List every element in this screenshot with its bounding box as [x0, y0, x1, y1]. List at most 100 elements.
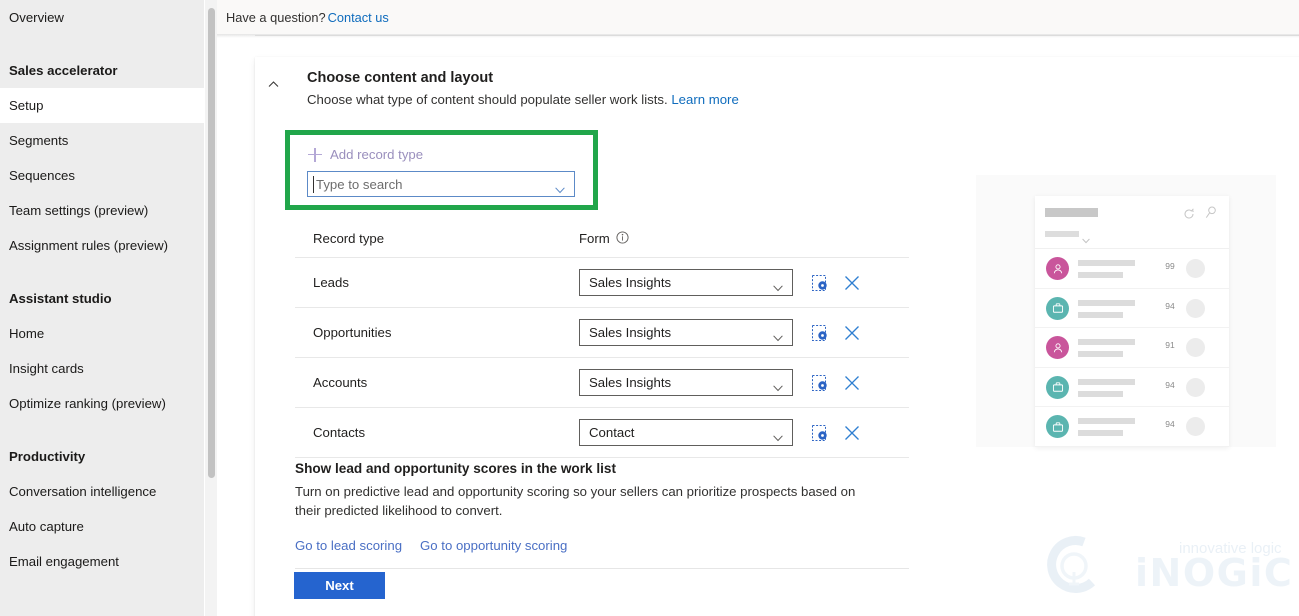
column-header-form: Form: [579, 231, 610, 246]
form-select-value: Contact: [589, 425, 635, 440]
preview-text-placeholder-secondary: [1078, 351, 1123, 357]
go-to-lead-scoring-link[interactable]: Go to lead scoring: [295, 538, 402, 553]
edit-form-icon[interactable]: [812, 425, 829, 442]
preview-score: 91: [1165, 340, 1175, 350]
learn-more-link[interactable]: Learn more: [671, 92, 738, 107]
scoring-links: Go to lead scoring Go to opportunity sco…: [295, 538, 915, 553]
preview-text-placeholder-secondary: [1078, 430, 1123, 436]
sidebar-item-email-engagement[interactable]: Email engagement: [0, 544, 204, 579]
form-select[interactable]: Sales Insights: [579, 369, 793, 396]
section-subtitle: Choose what type of content should popul…: [307, 92, 739, 107]
record-type-search-placeholder: Type to search: [316, 176, 403, 192]
sidebar-item-assignment-rules-preview[interactable]: Assignment rules (preview): [0, 228, 204, 263]
section-subtitle-text: Choose what type of content should popul…: [307, 92, 668, 107]
sidebar-group-productivity: Productivity: [9, 449, 86, 464]
table-header-row: Record type Form: [295, 226, 909, 257]
app-root: Overview Sales accelerator Setup Segments Se…: [0, 0, 1299, 616]
form-select[interactable]: Sales Insights: [579, 269, 793, 296]
search-icon: [1205, 206, 1217, 219]
preview-list-item: 91: [1035, 328, 1229, 368]
person-avatar-icon: [1046, 257, 1069, 280]
edit-form-icon[interactable]: [812, 275, 829, 292]
preview-text-placeholder-primary: [1078, 378, 1135, 385]
add-record-type-label: Add record type: [330, 147, 424, 162]
record-type-label: Opportunities: [313, 325, 392, 340]
form-select-value: Sales Insights: [589, 325, 672, 340]
preview-score: 94: [1165, 379, 1175, 390]
help-question-text: Have a question?: [226, 9, 326, 25]
sidebar-item-sequences[interactable]: Sequences: [0, 158, 204, 193]
briefcase-avatar-icon: [1046, 296, 1069, 320]
preview-list-item: 94: [1035, 368, 1229, 407]
preview-score: 94: [1165, 419, 1175, 429]
form-select-value: Sales Insights: [589, 375, 672, 390]
preview-list-item: 99: [1035, 249, 1229, 289]
preview-list-item: 94: [1035, 407, 1229, 447]
left-sidebar: Overview Sales accelerator Setup Segments Se…: [0, 0, 204, 616]
record-type-table: Record type Form Leads Sales Insights Oppo…: [295, 226, 909, 458]
preview-avatar-placeholder: [1186, 298, 1205, 318]
preview-text-placeholder-primary: [1078, 299, 1135, 306]
sidebar-item-conversation-intelligence[interactable]: Conversation intelligence: [0, 474, 204, 509]
chevron-down-icon[interactable]: [773, 329, 783, 342]
preview-text-placeholder-secondary: [1078, 390, 1123, 397]
preview-title-placeholder: [1045, 208, 1098, 217]
table-row: Opportunities Sales Insights: [295, 307, 909, 357]
chevron-down-icon[interactable]: [555, 181, 565, 194]
sidebar-group-sales-accelerator: Sales accelerator: [9, 63, 118, 78]
next-button[interactable]: Next: [294, 572, 385, 599]
sidebar-scrollbar-thumb[interactable]: [208, 8, 215, 478]
sidebar-item-optimize-ranking-preview[interactable]: Optimize ranking (preview): [0, 386, 204, 421]
collapse-chevron-up-icon[interactable]: [268, 77, 279, 88]
remove-record-type-icon[interactable]: [843, 324, 861, 342]
record-type-label: Leads: [313, 275, 349, 290]
sidebar-item-setup[interactable]: Setup: [0, 88, 204, 123]
chevron-down-icon[interactable]: [773, 429, 783, 442]
chevron-down-icon[interactable]: [773, 279, 783, 292]
section-title: Choose content and layout: [307, 70, 494, 86]
help-bar: Have a question? Contact us: [217, 0, 1299, 34]
preview-avatar-placeholder: [1186, 338, 1205, 357]
preview-row-list: 99 94 91 94 94: [1035, 249, 1229, 447]
contact-us-link[interactable]: Contact us: [328, 10, 389, 25]
go-to-opportunity-scoring-link[interactable]: Go to opportunity scoring: [420, 538, 567, 553]
briefcase-avatar-icon: [1046, 415, 1069, 438]
footer-divider: [295, 568, 909, 569]
info-icon[interactable]: [616, 231, 629, 244]
add-record-type-highlight: [285, 130, 598, 210]
edit-form-icon[interactable]: [812, 325, 829, 342]
sidebar-item-segments[interactable]: Segments: [0, 123, 204, 158]
sidebar-item-home[interactable]: Home: [0, 316, 204, 351]
form-select[interactable]: Contact: [579, 419, 793, 446]
preview-score: 99: [1165, 261, 1175, 271]
table-row: Accounts Sales Insights: [295, 357, 909, 407]
chevron-down-icon[interactable]: [773, 379, 783, 392]
work-list-preview-card: 99 94 91 94 94: [1035, 196, 1229, 447]
person-avatar-icon: [1046, 336, 1069, 359]
plus-icon: [308, 147, 322, 162]
scoring-description: Turn on predictive lead and opportunity …: [295, 484, 856, 518]
sidebar-item-auto-capture[interactable]: Auto capture: [0, 509, 204, 544]
preview-text-placeholder-secondary: [1078, 272, 1123, 278]
preview-avatar-placeholder: [1186, 259, 1205, 278]
remove-record-type-icon[interactable]: [843, 374, 861, 392]
add-record-type-button[interactable]: Add record type: [308, 147, 423, 162]
remove-record-type-icon[interactable]: [843, 274, 861, 292]
refresh-icon: [1183, 207, 1195, 219]
preview-avatar-placeholder: [1186, 377, 1205, 397]
preview-list-item: 94: [1035, 289, 1229, 328]
edit-form-icon[interactable]: [812, 375, 829, 392]
preview-text-placeholder-primary: [1078, 418, 1135, 424]
remove-record-type-icon[interactable]: [843, 424, 861, 442]
preview-score: 94: [1165, 300, 1175, 311]
preview-header: [1035, 196, 1229, 249]
form-select-value: Sales Insights: [589, 275, 672, 290]
sidebar-item-team-settings-preview[interactable]: Team settings (preview): [0, 193, 204, 228]
sidebar-item-insight-cards[interactable]: Insight cards: [0, 351, 204, 386]
record-type-search-combobox[interactable]: Type to search: [307, 171, 575, 197]
preview-text-placeholder-primary: [1078, 339, 1135, 345]
sidebar-item-overview[interactable]: Overview: [0, 0, 204, 35]
form-select[interactable]: Sales Insights: [579, 319, 793, 346]
